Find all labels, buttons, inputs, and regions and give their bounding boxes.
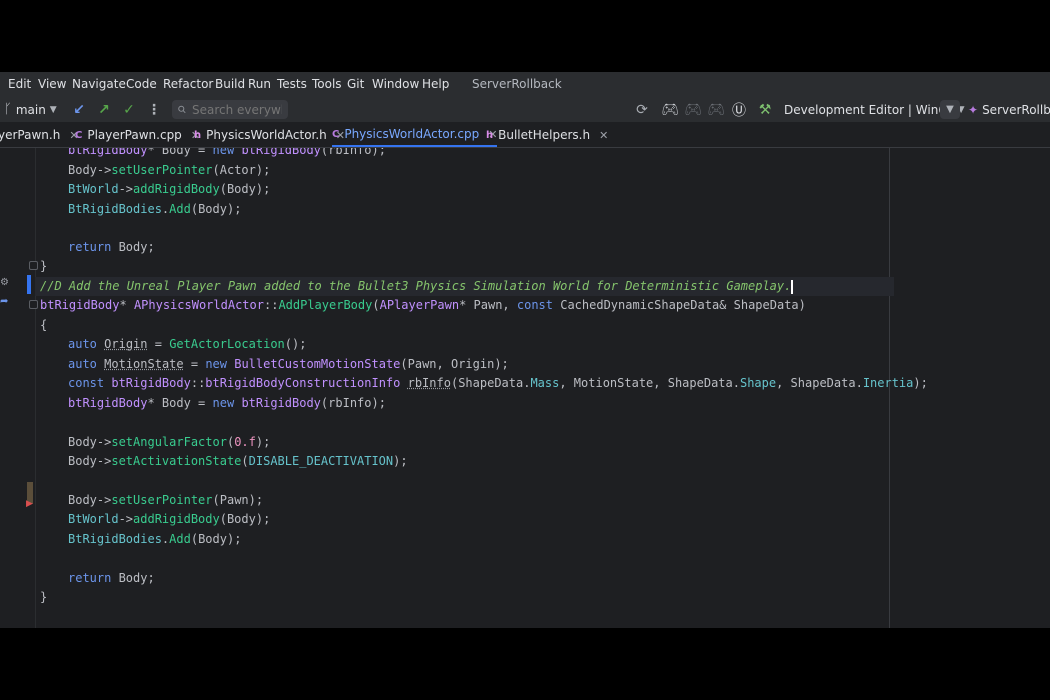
tab-label: yerPawn.h bbox=[0, 128, 61, 142]
gamepad-disabled-icon[interactable]: 🎮︎ bbox=[683, 97, 703, 122]
git-branch-icon: ᚴ bbox=[4, 102, 12, 117]
chevron-down-icon: ▼ bbox=[946, 104, 954, 115]
code-line: } bbox=[40, 590, 48, 604]
project-button[interactable]: ✦ ServerRollbac bbox=[968, 97, 1050, 122]
code-line: } bbox=[40, 259, 48, 273]
tab-physicsworldactor-h[interactable]: h PhysicsWorldActor.h ✕ bbox=[194, 123, 345, 147]
code-line: BtRigidBodies.Add(Body); bbox=[68, 202, 242, 216]
code-line: BtRigidBodies.Add(Body); bbox=[68, 532, 242, 546]
code-line: btRigidBody* Body = new btRigidBody(rbIn… bbox=[68, 148, 386, 157]
menu-run[interactable]: Run bbox=[248, 77, 271, 91]
chevron-down-icon: ▼ bbox=[49, 104, 57, 115]
menu-view[interactable]: View bbox=[38, 77, 66, 91]
build-icon[interactable]: ⚒ bbox=[755, 97, 775, 122]
commit-icon[interactable]: ✓ bbox=[120, 97, 138, 122]
search-icon bbox=[178, 105, 186, 114]
ide-window: Edit View Navigate Code Refactor Build R… bbox=[0, 72, 1050, 628]
code-line: auto Origin = GetActorLocation(); bbox=[68, 337, 307, 351]
menu-build[interactable]: Build bbox=[215, 77, 245, 91]
cpp-file-icon: C bbox=[75, 129, 83, 141]
code-line: btRigidBody* APhysicsWorldActor::AddPlay… bbox=[40, 298, 806, 312]
project-button-label: ServerRollbac bbox=[982, 102, 1050, 117]
tab-label: PlayerPawn.cpp bbox=[87, 128, 182, 142]
branch-selector[interactable]: ᚴ main ▼ bbox=[4, 97, 57, 122]
menu-help[interactable]: Help bbox=[422, 77, 449, 91]
push-icon[interactable]: ↗ bbox=[95, 97, 113, 122]
code-line: auto MotionState = new BulletCustomMotio… bbox=[68, 357, 509, 371]
gear-icon[interactable]: ⚙ bbox=[0, 277, 9, 288]
code-line: Body->setAngularFactor(0.f); bbox=[68, 435, 271, 449]
code-line: btRigidBody* Body = new btRigidBody(rbIn… bbox=[68, 396, 386, 410]
current-code-line: //D Add the Unreal Player Pawn added to … bbox=[35, 277, 894, 296]
tab-label: BulletHelpers.h bbox=[498, 128, 591, 142]
code-line: return Body; bbox=[68, 240, 155, 254]
code-editor[interactable]: ⚙ ➦ ▶ btRigidBody* Body = new btRigidBod… bbox=[0, 148, 1050, 628]
menu-edit[interactable]: Edit bbox=[8, 77, 31, 91]
cpp-file-icon: C bbox=[332, 128, 340, 140]
change-marker bbox=[27, 275, 31, 294]
code-line: Body->setActivationState(DISABLE_DEACTIV… bbox=[68, 454, 408, 468]
update-project-icon[interactable]: ↙ bbox=[70, 97, 88, 122]
code-line: const btRigidBody::btRigidBodyConstructi… bbox=[68, 376, 928, 390]
project-title: ServerRollback bbox=[472, 77, 562, 91]
breakpoint-icon[interactable]: ▶ bbox=[26, 499, 33, 509]
more-icon[interactable]: ⋮ bbox=[145, 97, 163, 122]
run-config-label: Development Editor | Win64 bbox=[784, 102, 954, 117]
tab-bullethelpers-h[interactable]: h BulletHelpers.h ✕ bbox=[486, 123, 608, 147]
gamepad-icon[interactable]: 🎮︎ bbox=[660, 97, 680, 122]
code-line: Body->setUserPointer(Pawn); bbox=[68, 493, 264, 507]
menu-refactor[interactable]: Refactor bbox=[163, 77, 213, 91]
tab-label: PhysicsWorldActor.h bbox=[206, 128, 327, 142]
menu-tools[interactable]: Tools bbox=[312, 77, 342, 91]
branch-name: main bbox=[15, 102, 46, 117]
menu-code[interactable]: Code bbox=[126, 77, 157, 91]
tab-physicsworldactor-cpp[interactable]: C PhysicsWorldActor.cpp ✕ bbox=[332, 123, 498, 147]
code-line: { bbox=[40, 318, 48, 332]
main-toolbar: ᚴ main ▼ ↙ ↗ ✓ ⋮ ⟳ 🎮︎ 🎮︎ 🎮︎ Ⓤ ⚒ Developm… bbox=[0, 97, 1050, 123]
project-icon: ✦ bbox=[968, 102, 979, 117]
header-file-icon: h bbox=[486, 129, 494, 141]
header-file-icon: h bbox=[194, 129, 202, 141]
unreal-engine-icon[interactable]: Ⓤ bbox=[729, 97, 749, 122]
menu-navigate[interactable]: Navigate bbox=[72, 77, 126, 91]
code-line: BtWorld->addRigidBody(Body); bbox=[68, 182, 271, 196]
search-everywhere[interactable] bbox=[172, 100, 288, 119]
menu-window[interactable]: Window bbox=[372, 77, 419, 91]
code-line: BtWorld->addRigidBody(Body); bbox=[68, 512, 271, 526]
code-line: Body->setUserPointer(Actor); bbox=[68, 163, 271, 177]
implementation-icon[interactable]: ➦ bbox=[0, 296, 8, 307]
menu-git[interactable]: Git bbox=[347, 77, 364, 91]
fold-marker-icon[interactable] bbox=[29, 300, 38, 309]
run-configuration-selector[interactable]: Development Editor | Win64 ▼ bbox=[784, 97, 965, 122]
tab-playerpawn-cpp[interactable]: C PlayerPawn.cpp ✕ bbox=[75, 123, 200, 147]
search-input[interactable] bbox=[192, 102, 282, 117]
menu-tests[interactable]: Tests bbox=[277, 77, 307, 91]
editor-gutter[interactable] bbox=[0, 148, 36, 628]
tab-playerpawn-h[interactable]: yerPawn.h ✕ bbox=[0, 123, 79, 147]
config-dropdown-button[interactable]: ▼ bbox=[940, 100, 960, 119]
tab-label: PhysicsWorldActor.cpp bbox=[344, 127, 480, 141]
code-line: return Body; bbox=[68, 571, 155, 585]
menu-bar: Edit View Navigate Code Refactor Build R… bbox=[0, 72, 1050, 97]
refresh-icon[interactable]: ⟳ bbox=[632, 97, 652, 122]
text-caret bbox=[791, 279, 794, 294]
gamepad-stop-icon[interactable]: 🎮︎ bbox=[706, 97, 726, 122]
fold-marker-icon[interactable] bbox=[29, 261, 38, 270]
close-icon[interactable]: ✕ bbox=[599, 129, 608, 142]
editor-tabs: yerPawn.h ✕ C PlayerPawn.cpp ✕ h Physics… bbox=[0, 123, 1050, 148]
